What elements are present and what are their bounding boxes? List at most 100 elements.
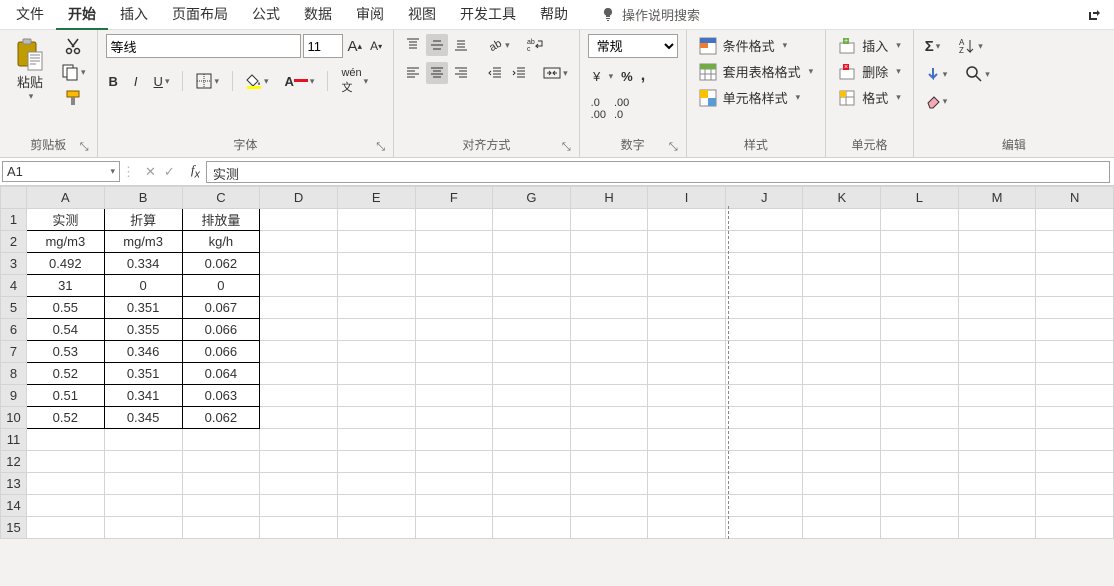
cell-G9[interactable]	[493, 385, 571, 407]
cell-C2[interactable]: kg/h	[182, 231, 260, 253]
cell-C3[interactable]: 0.062	[182, 253, 260, 275]
cell-B11[interactable]	[104, 429, 182, 451]
cell-K10[interactable]	[803, 407, 881, 429]
row-header-11[interactable]: 11	[1, 429, 27, 451]
cell-N6[interactable]	[1036, 319, 1114, 341]
cell-I6[interactable]	[648, 319, 726, 341]
cell-I12[interactable]	[648, 451, 726, 473]
cell-J5[interactable]	[725, 297, 803, 319]
col-header-B[interactable]: B	[104, 187, 182, 209]
share-button[interactable]	[1078, 3, 1110, 27]
cell-A5[interactable]: 0.55	[26, 297, 104, 319]
align-left-button[interactable]	[402, 62, 424, 84]
cell-M11[interactable]	[958, 429, 1036, 451]
number-format-combo[interactable]: 常规	[588, 34, 678, 58]
format-cells-button[interactable]: 格式▾	[834, 86, 905, 109]
cell-I11[interactable]	[648, 429, 726, 451]
clipboard-launcher-icon[interactable]: ⤡	[80, 141, 89, 154]
table-format-button[interactable]: 套用表格格式▾	[695, 60, 818, 83]
cell-M7[interactable]	[958, 341, 1036, 363]
cell-K13[interactable]	[803, 473, 881, 495]
cell-D8[interactable]	[260, 363, 338, 385]
cell-I2[interactable]	[648, 231, 726, 253]
cell-E3[interactable]	[337, 253, 415, 275]
col-header-I[interactable]: I	[648, 187, 726, 209]
cell-F4[interactable]	[415, 275, 493, 297]
col-header-J[interactable]: J	[725, 187, 803, 209]
format-painter-button[interactable]	[58, 86, 89, 110]
cell-L2[interactable]	[881, 231, 959, 253]
cell-B9[interactable]: 0.341	[104, 385, 182, 407]
cell-N10[interactable]	[1036, 407, 1114, 429]
cell-G10[interactable]	[493, 407, 571, 429]
cell-D3[interactable]	[260, 253, 338, 275]
cell-M6[interactable]	[958, 319, 1036, 341]
cell-E11[interactable]	[337, 429, 415, 451]
col-header-E[interactable]: E	[337, 187, 415, 209]
cell-E12[interactable]	[337, 451, 415, 473]
cell-E2[interactable]	[337, 231, 415, 253]
cell-J15[interactable]	[725, 517, 803, 539]
accounting-button[interactable]: ¥▾	[588, 65, 617, 87]
cell-F15[interactable]	[415, 517, 493, 539]
cell-C1[interactable]: 排放量	[182, 209, 260, 231]
cell-A13[interactable]	[26, 473, 104, 495]
cell-A3[interactable]: 0.492	[26, 253, 104, 275]
cell-C12[interactable]	[182, 451, 260, 473]
cell-B13[interactable]	[104, 473, 182, 495]
cell-C11[interactable]	[182, 429, 260, 451]
cell-M1[interactable]	[958, 209, 1036, 231]
align-bottom-button[interactable]	[450, 34, 472, 56]
cell-D5[interactable]	[260, 297, 338, 319]
insert-cells-button[interactable]: +插入▾	[834, 34, 905, 57]
cell-L11[interactable]	[881, 429, 959, 451]
cell-F1[interactable]	[415, 209, 493, 231]
cell-H12[interactable]	[570, 451, 648, 473]
cell-J12[interactable]	[725, 451, 803, 473]
cell-K2[interactable]	[803, 231, 881, 253]
align-top-button[interactable]	[402, 34, 424, 56]
cell-N14[interactable]	[1036, 495, 1114, 517]
row-header-9[interactable]: 9	[1, 385, 27, 407]
row-header-13[interactable]: 13	[1, 473, 27, 495]
tab-8[interactable]: 开发工具	[448, 0, 528, 30]
cell-N3[interactable]	[1036, 253, 1114, 275]
cell-L10[interactable]	[881, 407, 959, 429]
cell-G11[interactable]	[493, 429, 571, 451]
wrap-text-button[interactable]: abc	[523, 34, 547, 56]
increase-decimal-button[interactable]: .0.00	[588, 94, 609, 124]
cell-I1[interactable]	[648, 209, 726, 231]
cell-L1[interactable]	[881, 209, 959, 231]
cell-H15[interactable]	[570, 517, 648, 539]
cell-B12[interactable]	[104, 451, 182, 473]
delete-cells-button[interactable]: ×删除▾	[834, 60, 905, 83]
tab-0[interactable]: 文件	[4, 0, 56, 30]
cell-H5[interactable]	[570, 297, 648, 319]
worksheet[interactable]: ABCDEFGHIJKLMN1实测折算排放量2mg/m3mg/m3kg/h30.…	[0, 186, 1114, 539]
cell-D6[interactable]	[260, 319, 338, 341]
row-header-8[interactable]: 8	[1, 363, 27, 385]
align-right-button[interactable]	[450, 62, 472, 84]
cell-H1[interactable]	[570, 209, 648, 231]
cell-G8[interactable]	[493, 363, 571, 385]
align-middle-button[interactable]	[426, 34, 448, 56]
cell-M2[interactable]	[958, 231, 1036, 253]
cell-K11[interactable]	[803, 429, 881, 451]
cell-K12[interactable]	[803, 451, 881, 473]
cell-N7[interactable]	[1036, 341, 1114, 363]
cell-E1[interactable]	[337, 209, 415, 231]
align-center-button[interactable]	[426, 62, 448, 84]
col-header-L[interactable]: L	[881, 187, 959, 209]
cell-N5[interactable]	[1036, 297, 1114, 319]
col-header-H[interactable]: H	[570, 187, 648, 209]
cell-G6[interactable]	[493, 319, 571, 341]
cell-N15[interactable]	[1036, 517, 1114, 539]
tell-me[interactable]: 操作说明搜索	[600, 5, 700, 24]
grow-font-button[interactable]: A▴	[345, 35, 366, 58]
merge-button[interactable]: ▾	[540, 62, 571, 84]
font-color-button[interactable]: A▾	[282, 71, 318, 92]
row-header-3[interactable]: 3	[1, 253, 27, 275]
cell-C5[interactable]: 0.067	[182, 297, 260, 319]
tab-4[interactable]: 公式	[240, 0, 292, 30]
cell-B14[interactable]	[104, 495, 182, 517]
